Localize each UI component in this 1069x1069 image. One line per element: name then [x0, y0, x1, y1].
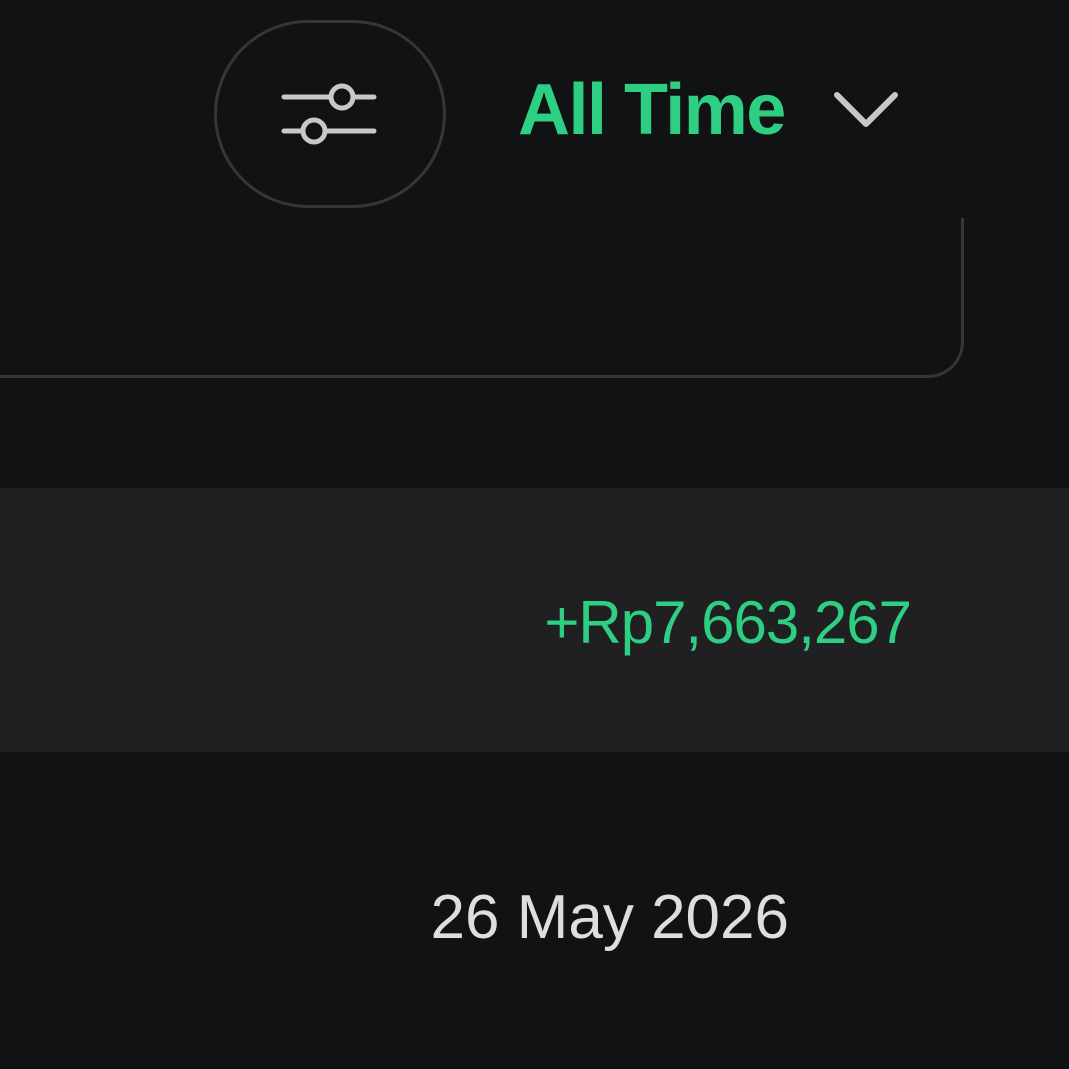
- period-label: All Time: [518, 70, 786, 150]
- filter-button[interactable]: [214, 20, 446, 208]
- summary-amount: +Rp7,663,267: [544, 589, 912, 656]
- chevron-down-icon: [833, 90, 899, 130]
- search-box[interactable]: [0, 218, 964, 378]
- period-dropdown[interactable]: All Time: [518, 62, 899, 158]
- date-header: 26 May 2026: [430, 883, 789, 952]
- transactions-screen: All Time +Rp7,663,267 26 May 2026: [0, 0, 1069, 1069]
- sliders-icon: [280, 79, 380, 149]
